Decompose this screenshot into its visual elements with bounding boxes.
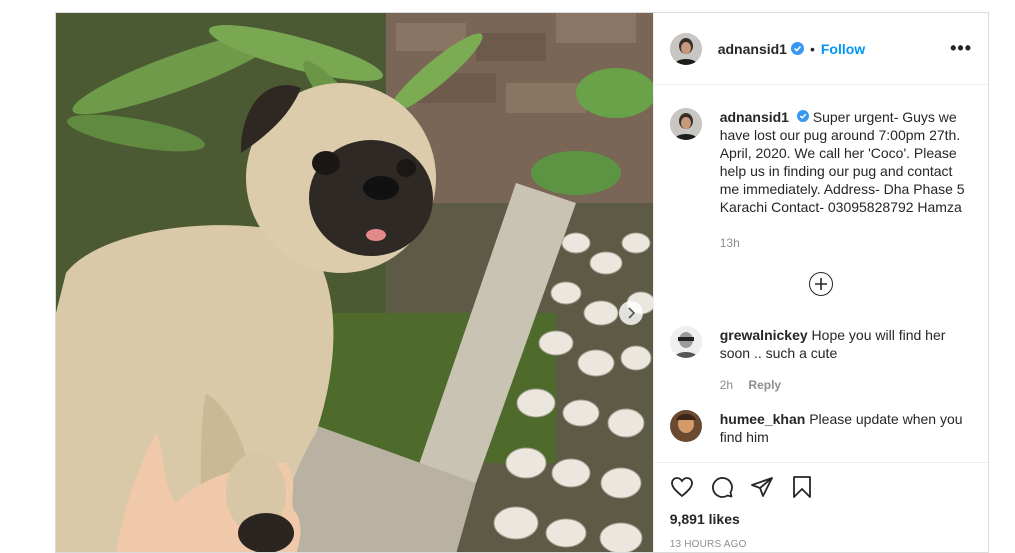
post-image[interactable] [56, 13, 653, 552]
post-caption: adnansid1 Super urgent- Guys we have los… [669, 108, 972, 252]
separator-dot: • [809, 40, 815, 57]
paper-plane-icon [750, 477, 773, 497]
verified-badge-icon [790, 42, 804, 55]
comment-button[interactable] [702, 467, 742, 507]
comment-body: humee_khan Please update when you find h… [720, 410, 970, 446]
comment-time[interactable]: 2h [720, 378, 733, 392]
share-button[interactable] [742, 467, 782, 507]
save-button[interactable] [782, 467, 822, 507]
bookmark-icon [792, 476, 811, 498]
post-card: adnansid1 • Follow ••• adnansid1 Super u… [55, 12, 989, 553]
avatar-image [669, 32, 702, 65]
load-more-comments[interactable] [670, 272, 972, 296]
action-bar [670, 463, 972, 511]
heart-icon [670, 477, 693, 498]
comment-item: grewalnickey Hope you will find her soon… [669, 326, 972, 394]
caption-username[interactable]: adnansid1 [720, 109, 789, 125]
like-button[interactable] [662, 467, 702, 507]
comment-item: humee_khan Please update when you find h… [669, 410, 972, 446]
post-side-panel: adnansid1 • Follow ••• adnansid1 Super u… [652, 13, 988, 552]
verified-badge-icon [796, 110, 809, 122]
post-header: adnansid1 • Follow ••• [653, 13, 988, 85]
plus-circle-icon[interactable] [808, 272, 833, 296]
caption-time[interactable]: 13h [720, 234, 970, 252]
reply-button[interactable]: Reply [748, 378, 781, 392]
comment-username[interactable]: humee_khan [720, 411, 806, 427]
post-timestamp[interactable]: 13 HOURS AGO [670, 539, 972, 550]
caption-avatar[interactable] [669, 108, 702, 140]
next-image-button[interactable] [619, 301, 643, 325]
post-actions-area: 9,891 likes 13 HOURS AGO [653, 462, 988, 552]
comment-username[interactable]: grewalnickey [720, 327, 808, 343]
comment-icon [711, 477, 733, 498]
likes-count[interactable]: 9,891 likes [670, 511, 972, 527]
caption-body: adnansid1 Super urgent- Guys we have los… [720, 108, 970, 252]
author-avatar[interactable] [669, 32, 702, 65]
avatar-image [669, 410, 702, 442]
more-options-button[interactable]: ••• [950, 38, 972, 59]
avatar-image [669, 326, 702, 358]
chevron-right-icon [628, 307, 636, 319]
pug-photo [56, 13, 653, 552]
avatar-image [669, 108, 702, 140]
comment-body: grewalnickey Hope you will find her soon… [720, 326, 970, 394]
follow-button[interactable]: Follow [821, 41, 865, 57]
comments-list[interactable]: adnansid1 Super urgent- Guys we have los… [654, 86, 988, 462]
commenter-avatar[interactable] [669, 326, 702, 358]
comment-meta: 2h Reply [720, 376, 970, 394]
author-username[interactable]: adnansid1 [718, 41, 787, 57]
commenter-avatar[interactable] [669, 410, 702, 442]
